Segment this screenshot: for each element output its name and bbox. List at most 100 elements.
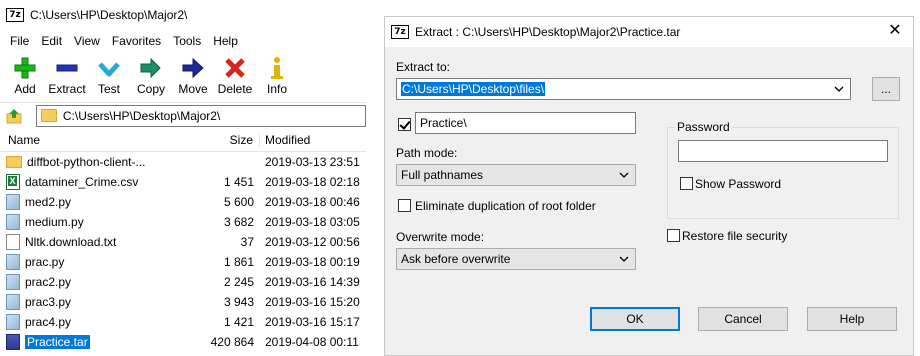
file-size: 1 421 xyxy=(223,315,254,329)
menu-tools[interactable]: Tools xyxy=(167,34,207,48)
test-button[interactable]: Test xyxy=(88,52,130,102)
file-row[interactable]: diffbot-python-client-... 2019-03-13 23:5… xyxy=(0,152,366,172)
cancel-button[interactable]: Cancel xyxy=(698,307,788,331)
file-name: prac4.py xyxy=(25,315,72,329)
py-file-icon xyxy=(6,294,20,310)
py-file-icon xyxy=(6,314,20,330)
help-button[interactable]: Help xyxy=(807,307,897,331)
column-name[interactable]: Name xyxy=(0,133,190,147)
arrow-right-icon xyxy=(182,57,204,79)
py-file-icon xyxy=(6,194,20,210)
tar-file-icon xyxy=(6,334,20,350)
file-modified: 2019-03-16 15:20 xyxy=(265,295,360,309)
overwrite-mode-label: Overwrite mode: xyxy=(396,230,485,244)
file-row[interactable]: prac2.py 2 245 2019-03-16 14:39 xyxy=(0,272,366,292)
menu-favorites[interactable]: Favorites xyxy=(106,34,167,48)
file-size: 3 943 xyxy=(223,295,254,309)
extract-button[interactable]: Extract xyxy=(46,52,88,102)
subfolder-input[interactable]: Practice\ xyxy=(415,112,636,134)
menu-bar: File Edit View Favorites Tools Help xyxy=(0,30,366,52)
delete-button[interactable]: Delete xyxy=(214,52,256,102)
py-file-icon xyxy=(6,214,20,230)
menu-edit[interactable]: Edit xyxy=(35,34,68,48)
file-name: diffbot-python-client-... xyxy=(27,155,146,169)
show-password-checkbox[interactable] xyxy=(680,177,693,190)
address-input[interactable]: C:\Users\HP\Desktop\Major2\ xyxy=(35,104,366,127)
file-modified: 2019-03-12 00:56 xyxy=(265,235,360,249)
ok-button[interactable]: OK xyxy=(590,307,680,331)
overwrite-mode-select[interactable]: Ask before overwrite xyxy=(396,248,636,270)
file-row[interactable]: medium.py 3 682 2019-03-18 03:05 xyxy=(0,212,366,232)
copy-button[interactable]: Copy xyxy=(130,52,172,102)
password-input[interactable] xyxy=(678,140,888,162)
file-name-cell: prac4.py xyxy=(0,314,190,330)
show-password-label[interactable]: Show Password xyxy=(695,177,781,191)
up-folder-button[interactable] xyxy=(4,106,24,126)
extract-to-input[interactable]: C:\Users\HP\Desktop\files\ xyxy=(396,78,851,100)
menu-file[interactable]: File xyxy=(4,34,35,48)
file-modified: 2019-03-18 00:19 xyxy=(265,255,360,269)
file-name-cell: Practice.tar xyxy=(0,334,190,350)
file-list: Name Size Modified diffbot-python-client… xyxy=(0,128,366,352)
7zip-logo-icon: 7z xyxy=(391,25,409,39)
file-name: prac.py xyxy=(25,255,65,269)
file-name-cell: dataminer_Crime.csv xyxy=(0,174,190,190)
file-size: 37 xyxy=(240,235,254,249)
path-mode-label: Path mode: xyxy=(396,146,458,160)
window-title: C:\Users\HP\Desktop\Major2\ xyxy=(30,8,188,22)
file-modified: 2019-03-18 03:05 xyxy=(265,215,360,229)
file-size: 5 600 xyxy=(223,195,254,209)
csv-file-icon xyxy=(6,174,20,190)
chevron-down-icon[interactable] xyxy=(834,83,844,95)
column-size[interactable]: Size xyxy=(190,132,260,147)
eliminate-duplication-checkbox[interactable] xyxy=(398,199,411,212)
file-manager-window: 7z C:\Users\HP\Desktop\Major2\ File Edit… xyxy=(0,0,366,356)
file-row[interactable]: Nltk.download.txt 37 2019-03-12 00:56 xyxy=(0,232,366,252)
delete-button-label: Delete xyxy=(217,82,253,96)
file-name: dataminer_Crime.csv xyxy=(25,175,139,189)
copy-button-label: Copy xyxy=(136,82,165,96)
file-modified: 2019-03-16 15:17 xyxy=(265,315,360,329)
file-name: prac2.py xyxy=(25,275,72,289)
menu-help[interactable]: Help xyxy=(207,34,244,48)
move-button[interactable]: Move xyxy=(172,52,214,102)
eliminate-duplication-label[interactable]: Eliminate duplication of root folder xyxy=(415,199,596,213)
folder-file-icon xyxy=(6,156,22,168)
double-arrow-icon xyxy=(140,57,161,79)
file-row[interactable]: dataminer_Crime.csv 1 451 2019-03-18 02:18 xyxy=(0,172,366,192)
info-button[interactable]: Info xyxy=(256,52,298,102)
subfolder-checkbox[interactable] xyxy=(398,118,411,131)
file-row[interactable]: prac3.py 3 943 2019-03-16 15:20 xyxy=(0,292,366,312)
path-mode-select[interactable]: Full pathnames xyxy=(396,164,636,186)
column-modified[interactable]: Modified xyxy=(260,133,310,147)
file-name-cell: Nltk.download.txt xyxy=(0,234,190,250)
subfolder-value: Practice\ xyxy=(420,116,467,130)
info-icon xyxy=(271,57,283,79)
restore-security-label[interactable]: Restore file security xyxy=(682,229,787,243)
file-row[interactable]: prac.py 1 861 2019-03-18 00:19 xyxy=(0,252,366,272)
add-button[interactable]: Add xyxy=(4,52,46,102)
close-icon[interactable]: ✕ xyxy=(887,23,903,39)
file-name-cell: medium.py xyxy=(0,214,190,230)
dialog-title: Extract : C:\Users\HP\Desktop\Major2\Pra… xyxy=(415,25,681,39)
path-mode-value: Full pathnames xyxy=(401,168,484,182)
address-bar: C:\Users\HP\Desktop\Major2\ xyxy=(0,102,366,128)
file-size: 2 245 xyxy=(223,275,254,289)
file-name-cell: prac2.py xyxy=(0,274,190,290)
restore-security-checkbox[interactable] xyxy=(667,229,680,242)
file-size: 1 861 xyxy=(223,255,254,269)
chevron-down-icon xyxy=(619,172,629,178)
file-row[interactable]: med2.py 5 600 2019-03-18 00:46 xyxy=(0,192,366,212)
file-row[interactable]: Practice.tar 420 864 2019-04-08 00:11 xyxy=(0,332,366,352)
file-modified: 2019-03-18 02:18 xyxy=(265,175,360,189)
overwrite-mode-value: Ask before overwrite xyxy=(401,252,511,266)
file-row[interactable]: prac4.py 1 421 2019-03-16 15:17 xyxy=(0,312,366,332)
menu-view[interactable]: View xyxy=(68,34,106,48)
add-button-label: Add xyxy=(14,82,36,96)
browse-button[interactable]: ... xyxy=(872,77,900,101)
file-manager-titlebar: 7z C:\Users\HP\Desktop\Major2\ xyxy=(0,0,366,30)
extract-button-label: Extract xyxy=(48,82,86,96)
txt-file-icon xyxy=(6,234,20,250)
file-modified: 2019-03-16 14:39 xyxy=(265,275,360,289)
minus-icon xyxy=(56,64,78,72)
